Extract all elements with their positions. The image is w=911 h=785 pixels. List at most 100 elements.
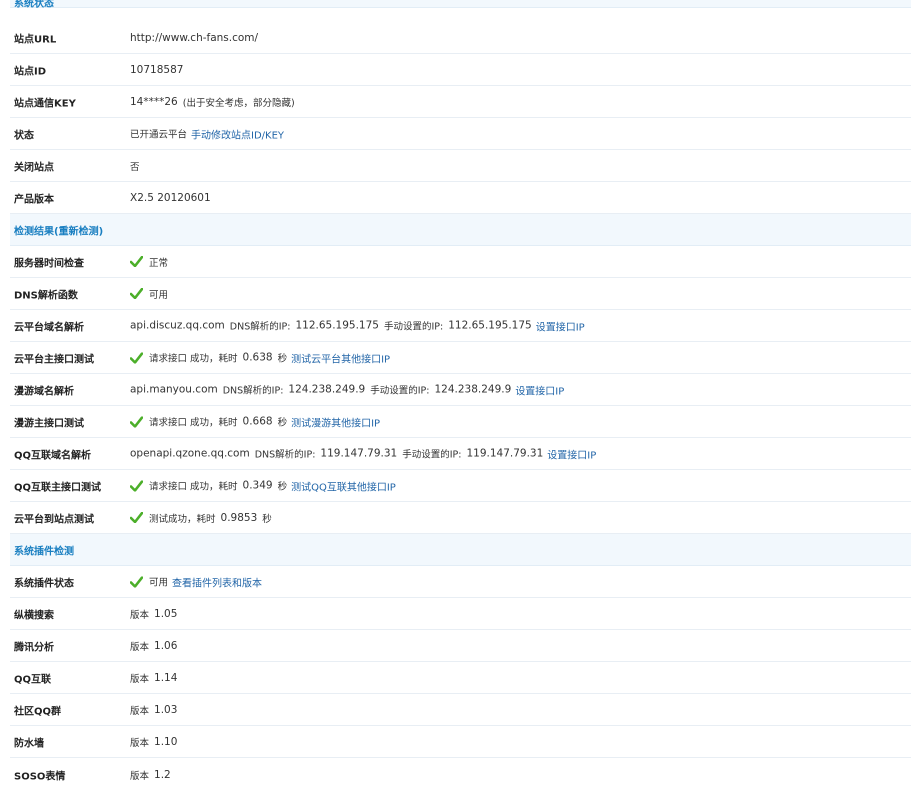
row-label: QQ互联主接口测试 xyxy=(14,482,102,493)
row-label: DNS解析函数 xyxy=(14,290,78,301)
cloud-api-value: 请求接口 成功，耗时 0.638 秒 测试云平台其他接口IP xyxy=(130,350,390,365)
status-text: 测试成功，耗时 xyxy=(149,513,216,525)
row-plugin: QQ互联 版本 1.14 xyxy=(10,662,911,694)
row-label: 云平台到站点测试 xyxy=(14,514,94,525)
elapsed-time: 0.349 xyxy=(242,479,273,492)
dns-ip-label: DNS解析的IP: xyxy=(254,449,316,461)
dns-ip: 124.238.249.9 xyxy=(288,383,366,396)
row-product-version: 产品版本 X2.5 20120601 xyxy=(10,182,911,214)
row-dns-function: DNS解析函数 可用 xyxy=(10,278,911,310)
set-api-ip-link[interactable]: 设置接口IP xyxy=(547,446,596,461)
plugin-version-value: 版本 1.06 xyxy=(130,639,177,653)
check-icon xyxy=(130,416,143,427)
time-unit: 秒 xyxy=(277,481,288,493)
manual-ip: 119.147.79.31 xyxy=(466,447,544,460)
row-label: 站点URL xyxy=(14,34,57,45)
version-label: 版本 xyxy=(130,771,150,782)
row-label: QQ互联域名解析 xyxy=(14,450,92,461)
version-label: 版本 xyxy=(130,641,150,653)
time-unit: 秒 xyxy=(277,417,288,429)
status-text: 已开通云平台 xyxy=(130,129,188,141)
cloud-site-value: 测试成功，耗时 0.9853 秒 xyxy=(130,511,272,525)
view-plugin-list-link[interactable]: 查看插件列表和版本 xyxy=(172,574,262,589)
test-cloud-other-ip-link[interactable]: 测试云平台其他接口IP xyxy=(291,350,390,365)
row-cloud-site: 云平台到站点测试 测试成功，耗时 0.9853 秒 xyxy=(10,502,911,534)
host-name: api.manyou.com xyxy=(130,383,218,396)
elapsed-time: 0.668 xyxy=(242,415,273,428)
row-plugin: 腾讯分析 版本 1.06 xyxy=(10,630,911,662)
dns-function-value: 可用 xyxy=(130,287,168,301)
set-api-ip-link[interactable]: 设置接口IP xyxy=(536,318,585,333)
qq-dns-value: openapi.qzone.qq.com DNS解析的IP: 119.147.7… xyxy=(130,446,596,462)
dns-ip: 112.65.195.175 xyxy=(295,319,379,332)
section-title-status: 系统状态 xyxy=(14,0,54,10)
version-number: 1.06 xyxy=(154,639,178,652)
row-plugin: SOSO表情 版本 1.2 xyxy=(10,758,911,785)
row-cloud-dns: 云平台域名解析 api.discuz.qq.com DNS解析的IP: 112.… xyxy=(10,310,911,342)
row-plugin: 纵横搜索 版本 1.05 xyxy=(10,598,911,630)
version-label: 版本 xyxy=(130,673,150,685)
status-text: 请求接口 成功，耗时 xyxy=(149,417,238,429)
site-url-value: http://www.ch-fans.com/ xyxy=(130,31,259,44)
manual-ip: 112.65.195.175 xyxy=(448,319,532,332)
check-icon xyxy=(130,576,143,587)
row-plugin: 社区QQ群 版本 1.03 xyxy=(10,694,911,726)
row-label: 漫游主接口测试 xyxy=(14,418,84,429)
row-label: 产品版本 xyxy=(14,194,54,205)
status-text: 可用 xyxy=(149,577,169,589)
host-name: api.discuz.qq.com xyxy=(130,319,225,332)
version-number: 1.2 xyxy=(154,769,171,781)
close-site-value: 否 xyxy=(130,161,140,173)
plugin-version-value: 版本 1.2 xyxy=(130,768,171,782)
version-label: 版本 xyxy=(130,609,150,621)
time-unit: 秒 xyxy=(277,353,288,365)
row-label: 服务器时间检查 xyxy=(14,258,84,269)
dns-ip: 119.147.79.31 xyxy=(320,447,398,460)
row-label: 云平台域名解析 xyxy=(14,322,84,333)
plugin-version-value: 版本 1.05 xyxy=(130,607,177,621)
elapsed-time: 0.9853 xyxy=(220,511,258,524)
row-label: 云平台主接口测试 xyxy=(14,354,94,365)
manual-ip-label: 手动设置的IP: xyxy=(370,385,430,397)
row-label: 系统插件状态 xyxy=(14,578,74,589)
status-text: 请求接口 成功，耗时 xyxy=(149,481,238,493)
site-key-value: 14****26 (出于安全考虑，部分隐藏) xyxy=(130,95,295,109)
site-key-note: (出于安全考虑，部分隐藏) xyxy=(182,97,295,109)
row-label: SOSO表情 xyxy=(14,771,66,783)
check-icon xyxy=(130,352,143,363)
section-header-check: 检测结果(重新检测) xyxy=(10,214,911,246)
row-manyou-dns: 漫游域名解析 api.manyou.com DNS解析的IP: 124.238.… xyxy=(10,374,911,406)
section-title-plugin: 系统插件检测 xyxy=(14,546,74,557)
set-api-ip-link[interactable]: 设置接口IP xyxy=(515,382,564,397)
status-value: 已开通云平台 手动修改站点ID/KEY xyxy=(130,126,284,142)
row-label: 站点ID xyxy=(14,66,47,77)
section-header-plugin: 系统插件检测 xyxy=(10,534,911,566)
host-name: openapi.qzone.qq.com xyxy=(130,447,250,460)
plugin-version-value: 版本 1.03 xyxy=(130,703,177,717)
dns-ip-label: DNS解析的IP: xyxy=(229,321,291,333)
plugin-status-value: 可用 查看插件列表和版本 xyxy=(130,574,262,589)
test-manyou-other-ip-link[interactable]: 测试漫游其他接口IP xyxy=(291,414,380,429)
section-title-check[interactable]: 检测结果(重新检测) xyxy=(14,222,103,237)
row-site-url: 站点URL http://www.ch-fans.com/ xyxy=(10,22,911,54)
status-text: 正常 xyxy=(149,257,169,269)
cloud-dns-value: api.discuz.qq.com DNS解析的IP: 112.65.195.1… xyxy=(130,318,585,334)
row-label: 漫游域名解析 xyxy=(14,386,74,397)
row-cloud-api: 云平台主接口测试 请求接口 成功，耗时 0.638 秒 测试云平台其他接口IP xyxy=(10,342,911,374)
row-label: 纵横搜索 xyxy=(14,610,54,621)
site-id-value: 10718587 xyxy=(130,63,184,76)
row-plugin-status: 系统插件状态 可用 查看插件列表和版本 xyxy=(10,566,911,598)
plugin-version-value: 版本 1.14 xyxy=(130,671,177,685)
version-number: 1.10 xyxy=(154,735,178,748)
row-manyou-api: 漫游主接口测试 请求接口 成功，耗时 0.668 秒 测试漫游其他接口IP xyxy=(10,406,911,438)
manual-ip: 124.238.249.9 xyxy=(434,383,512,396)
check-icon xyxy=(130,256,143,267)
row-label: 防水墙 xyxy=(14,738,44,749)
test-qq-other-ip-link[interactable]: 测试QQ互联其他接口IP xyxy=(291,478,396,493)
row-status: 状态 已开通云平台 手动修改站点ID/KEY xyxy=(10,118,911,150)
row-site-id: 站点ID 10718587 xyxy=(10,54,911,86)
status-text: 请求接口 成功，耗时 xyxy=(149,353,238,365)
time-unit: 秒 xyxy=(262,513,272,525)
row-label: QQ互联 xyxy=(14,674,52,685)
modify-site-id-key-link[interactable]: 手动修改站点ID/KEY xyxy=(191,126,284,141)
